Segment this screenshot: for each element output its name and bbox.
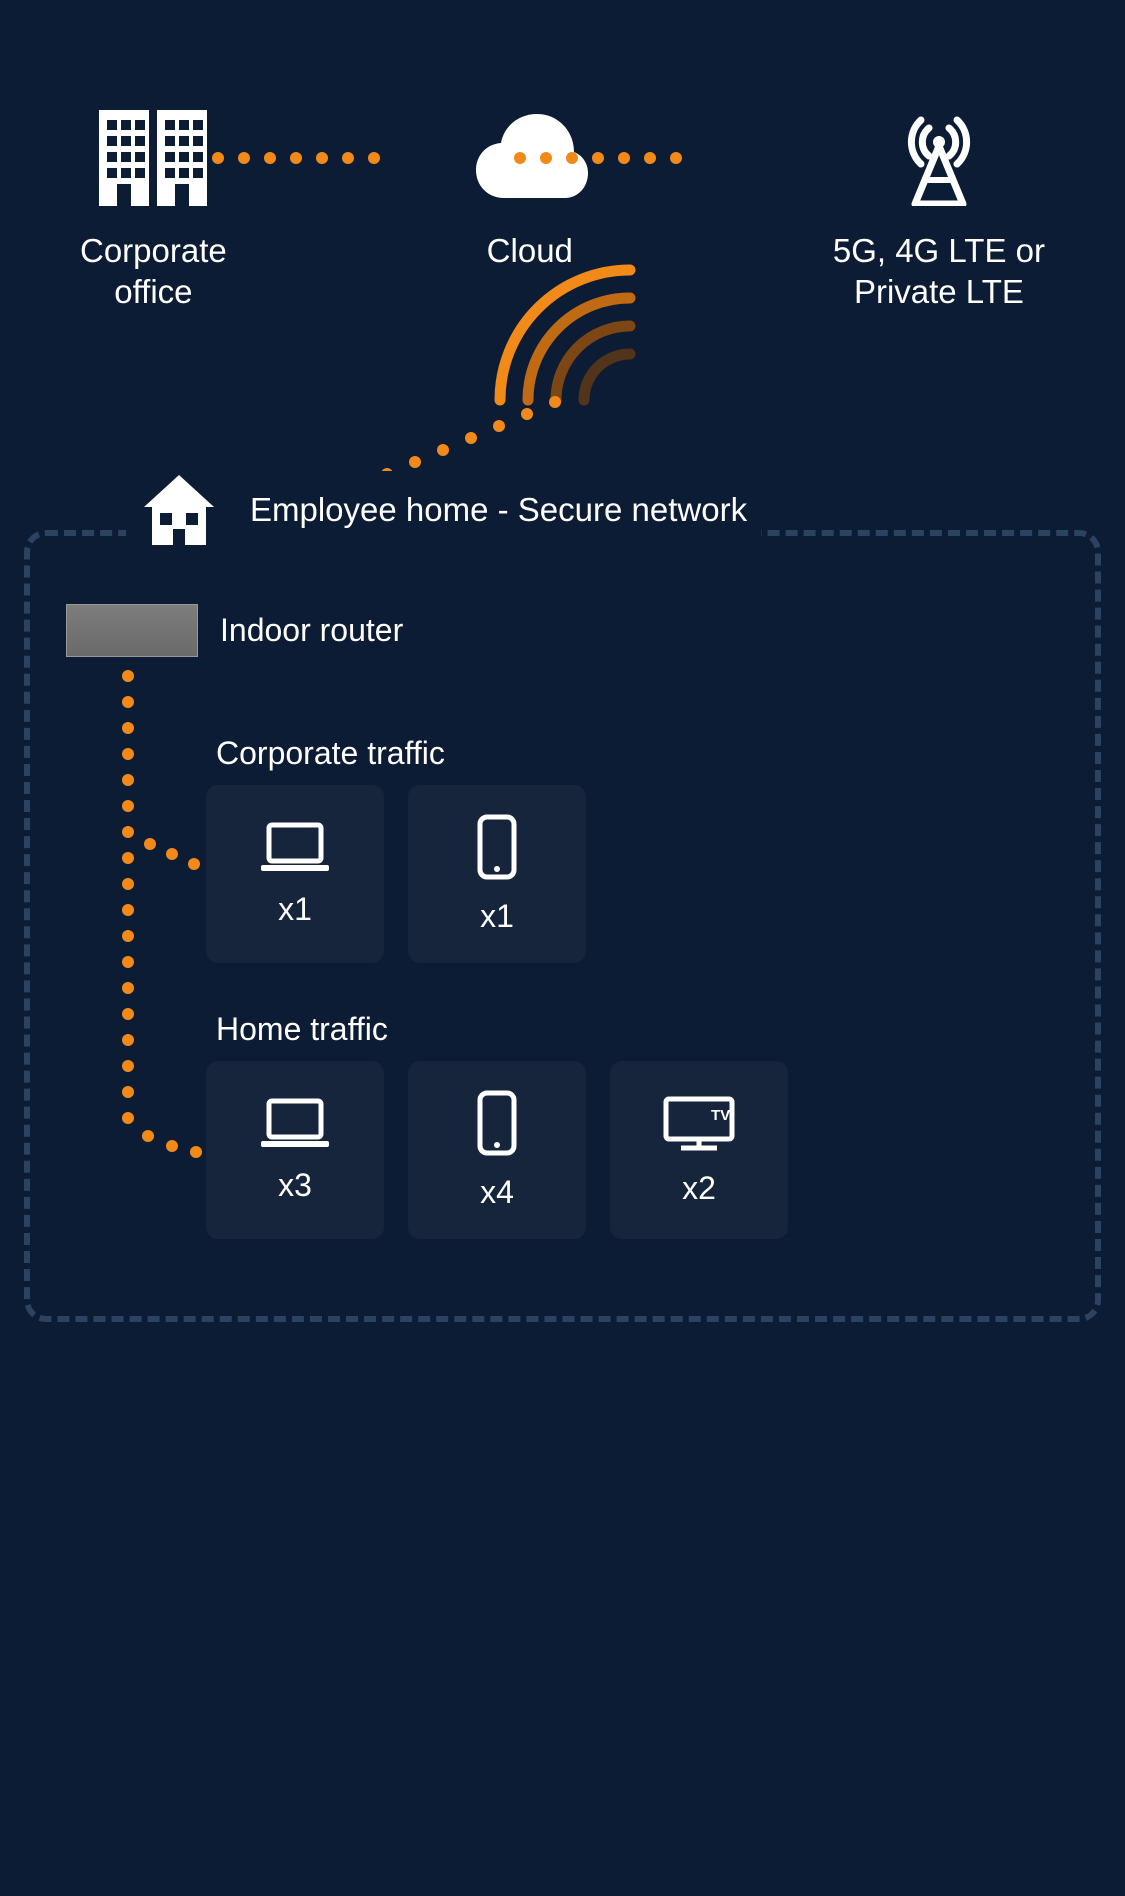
corporate-traffic-title: Corporate traffic	[216, 735, 445, 772]
network-diagram: Corporate office Cloud 5G, 4G LTE or Pri	[0, 0, 1125, 1896]
tv-icon: TV	[661, 1094, 737, 1152]
router-icon	[66, 604, 198, 657]
node-corporate-office: Corporate office	[80, 110, 227, 313]
laptop-icon	[259, 1097, 331, 1149]
device-card-phone-corporate: x1	[408, 785, 586, 963]
device-count: x3	[278, 1167, 312, 1204]
device-card-phone-home: x4	[408, 1061, 586, 1239]
dotted-cloud-tower	[512, 150, 684, 166]
corporate-office-label: Corporate office	[80, 230, 227, 313]
device-count: x1	[480, 898, 514, 935]
corporate-traffic-cards: x1 x1	[206, 785, 586, 963]
cell-tower-icon	[891, 110, 987, 206]
svg-text:TV: TV	[711, 1107, 730, 1124]
phone-icon	[476, 814, 518, 880]
home-traffic-cards: x3 x4 TV x2	[206, 1061, 788, 1239]
dotted-router-trunk	[106, 666, 216, 1176]
device-count: x4	[480, 1174, 514, 1211]
device-card-tv-home: TV x2	[610, 1061, 788, 1239]
house-icon	[140, 471, 218, 549]
node-cell-tower: 5G, 4G LTE or Private LTE	[833, 110, 1045, 313]
home-network-label: Employee home - Secure network	[250, 491, 747, 529]
node-cloud: Cloud	[470, 110, 590, 271]
home-network-header: Employee home - Secure network	[126, 471, 761, 549]
phone-icon	[476, 1090, 518, 1156]
router-label: Indoor router	[220, 612, 403, 649]
device-count: x1	[278, 891, 312, 928]
office-buildings-icon	[99, 110, 207, 206]
device-card-laptop-home: x3	[206, 1061, 384, 1239]
dotted-office-cloud	[210, 150, 382, 166]
indoor-router-row: Indoor router	[66, 604, 403, 657]
home-traffic-title: Home traffic	[216, 1011, 388, 1048]
laptop-icon	[259, 821, 331, 873]
cell-tower-label: 5G, 4G LTE or Private LTE	[833, 230, 1045, 313]
device-card-laptop-corporate: x1	[206, 785, 384, 963]
device-count: x2	[682, 1170, 716, 1207]
